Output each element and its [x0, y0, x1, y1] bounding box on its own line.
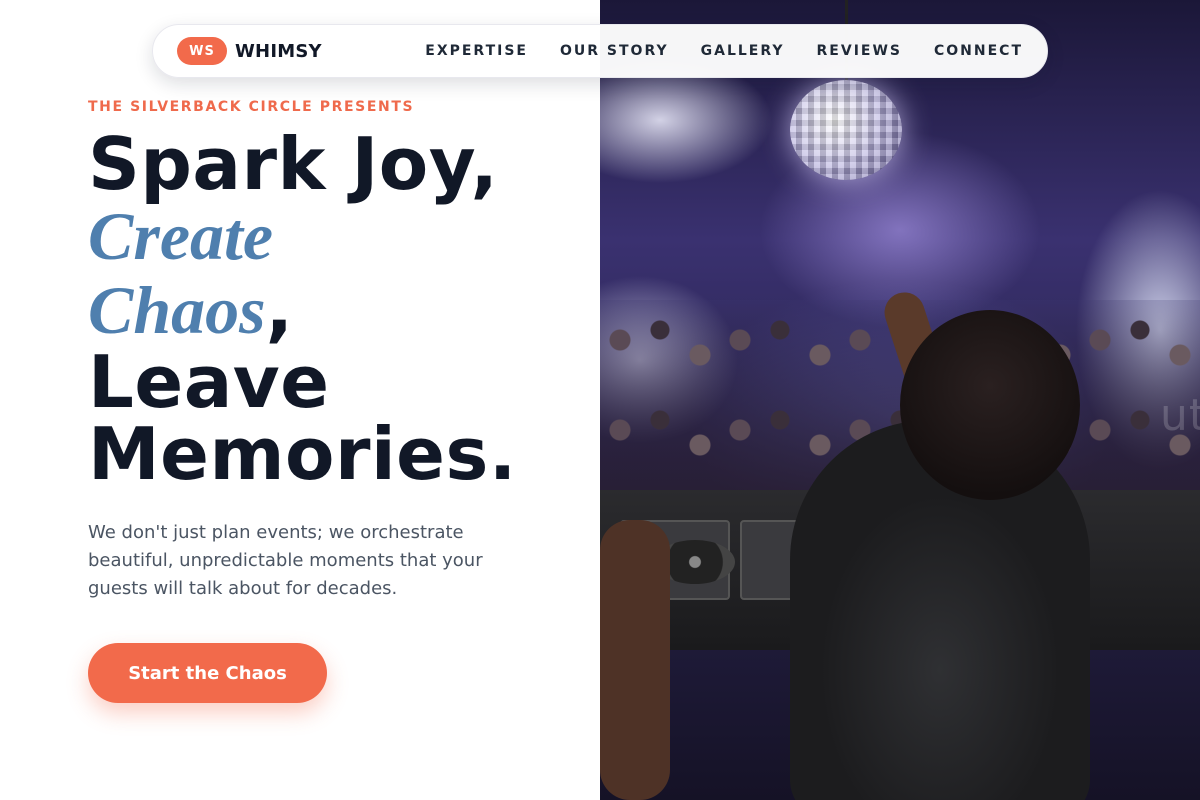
nav-link-reviews[interactable]: REVIEWS [817, 43, 902, 59]
headline-line-5: Memories. [88, 412, 517, 496]
hero-headline: Spark Joy, Create Chaos, Leave Memories. [88, 128, 588, 490]
nav-link-connect[interactable]: CONNECT [934, 43, 1023, 59]
start-the-chaos-button[interactable]: Start the Chaos [88, 643, 327, 703]
headline-line-4: Leave [88, 340, 330, 424]
hero-eyebrow: THE SILVERBACK CIRCLE PRESENTS [88, 99, 415, 115]
disco-ball [790, 80, 902, 180]
headline-comma: , [265, 266, 294, 350]
dj-forearm [600, 520, 670, 800]
brand-name: WHIMSY [235, 40, 322, 62]
nav-link-gallery[interactable]: GALLERY [701, 43, 785, 59]
headline-line-1: Spark Joy, [88, 122, 499, 206]
nav-link-our-story[interactable]: OUR STORY [560, 43, 669, 59]
photo-watermark: utan.com [1160, 390, 1200, 441]
headline-line-3: Chaos, [88, 272, 588, 346]
nav-link-expertise[interactable]: EXPERTISE [425, 43, 528, 59]
headline-accent-chaos: Chaos [88, 272, 266, 348]
hero-description: We don't just plan events; we orchestrat… [88, 522, 483, 599]
hero-photo: utan.com [600, 0, 1200, 800]
nav-links: EXPERTISE OUR STORY GALLERY REVIEWS CONN… [425, 43, 1023, 59]
brand-logo[interactable]: WS WHIMSY [177, 37, 322, 65]
dj-head [900, 310, 1080, 500]
headline-accent-create: Create [88, 198, 274, 274]
top-nav: WS WHIMSY EXPERTISE OUR STORY GALLERY RE… [152, 24, 1048, 78]
logo-badge: WS [177, 37, 227, 65]
